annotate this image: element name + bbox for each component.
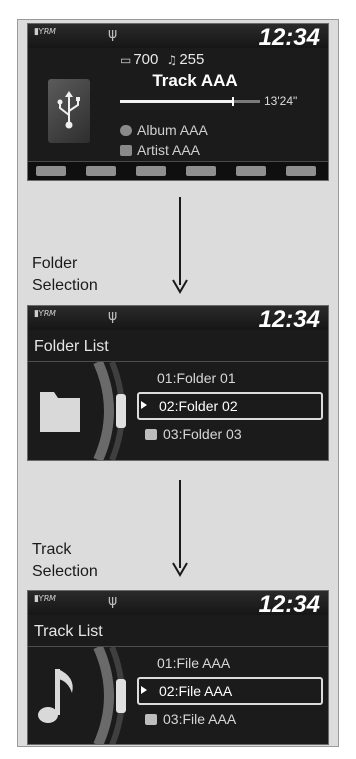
- softkey-5[interactable]: [236, 166, 266, 176]
- list-item-1[interactable]: 01:Folder 01: [145, 366, 328, 390]
- track-count: 255: [179, 51, 205, 68]
- selection-pointer-icon: [141, 401, 147, 409]
- music-note-icon: [145, 714, 157, 725]
- music-note-icon: [145, 429, 157, 440]
- duration: 13'24": [264, 94, 298, 108]
- clock: 12:34: [258, 591, 320, 618]
- folder-count-icon: ▭: [120, 53, 132, 67]
- signal-icon: ▮ƳRM: [34, 594, 56, 604]
- folder-count: 700: [133, 51, 159, 68]
- clock: 12:34: [258, 306, 320, 333]
- artist-icon: [120, 145, 132, 156]
- list-title: Track List: [34, 623, 103, 640]
- usb-status-icon: ψ: [108, 26, 118, 42]
- status-bar: ▮ƳRM ψ 12:34: [28, 306, 328, 333]
- folder-list-screen: ▮ƳRM ψ 12:34 Folder List 01:Folder 01 02…: [27, 305, 329, 461]
- softkey-1[interactable]: [36, 166, 66, 176]
- status-bar: ▮ƳRM ψ 12:34: [28, 24, 328, 51]
- flow-arrow-2: [179, 480, 181, 568]
- usb-status-icon: ψ: [108, 308, 118, 324]
- track-title: Track AAA: [152, 71, 238, 90]
- usb-status-icon: ψ: [108, 593, 118, 609]
- status-bar: ▮ƳRM ψ 12:34: [28, 591, 328, 618]
- softkey-bar: [28, 161, 328, 180]
- softkey-3[interactable]: [136, 166, 166, 176]
- now-playing-screen: ▮ƳRM ψ 12:34 ▭ 700 ♫ 255 Track AAA 13'24" …: [27, 23, 329, 181]
- list-title: Folder List: [34, 338, 109, 355]
- artist-line: Artist AAA: [120, 142, 200, 158]
- progress-fill: [120, 100, 232, 103]
- album-line: Album AAA: [120, 122, 208, 138]
- track-count-icon: ♫: [166, 53, 178, 67]
- clock: 12:34: [258, 24, 320, 51]
- track-selection-label: Track Selection: [32, 541, 98, 580]
- track-list-screen: ▮ƳRM ψ 12:34 Track List 01:File AAA 02:F…: [27, 590, 329, 745]
- progress-bar: [120, 97, 260, 106]
- flow-arrow-1: [179, 197, 181, 285]
- softkey-6[interactable]: [286, 166, 316, 176]
- softkey-2[interactable]: [86, 166, 116, 176]
- folder-selection-label: Folder Selection: [32, 255, 98, 294]
- music-note-large-icon: [38, 647, 126, 744]
- folder-icon: [40, 362, 126, 460]
- list-item-3[interactable]: 03:Folder 03: [145, 422, 328, 446]
- arrow-head-1: [172, 279, 188, 294]
- list-item-2-selected[interactable]: 02:Folder 02: [137, 392, 323, 420]
- arrow-head-2: [172, 562, 188, 577]
- softkey-4[interactable]: [186, 166, 216, 176]
- folder-track-counts: ▭ 700 ♫ 255: [120, 51, 204, 68]
- artist-name: Artist AAA: [137, 142, 201, 158]
- selection-pointer-icon: [141, 686, 147, 694]
- progress-thumb: [232, 97, 234, 106]
- list-item-2-selected[interactable]: 02:File AAA: [137, 677, 323, 705]
- usb-icon: [48, 79, 90, 143]
- album-name: Album AAA: [137, 122, 208, 138]
- album-icon: [120, 125, 132, 136]
- list-item-3[interactable]: 03:File AAA: [145, 707, 328, 731]
- signal-icon: ▮ƳRM: [34, 27, 56, 37]
- list-item-1[interactable]: 01:File AAA: [145, 651, 328, 675]
- signal-icon: ▮ƳRM: [34, 309, 56, 319]
